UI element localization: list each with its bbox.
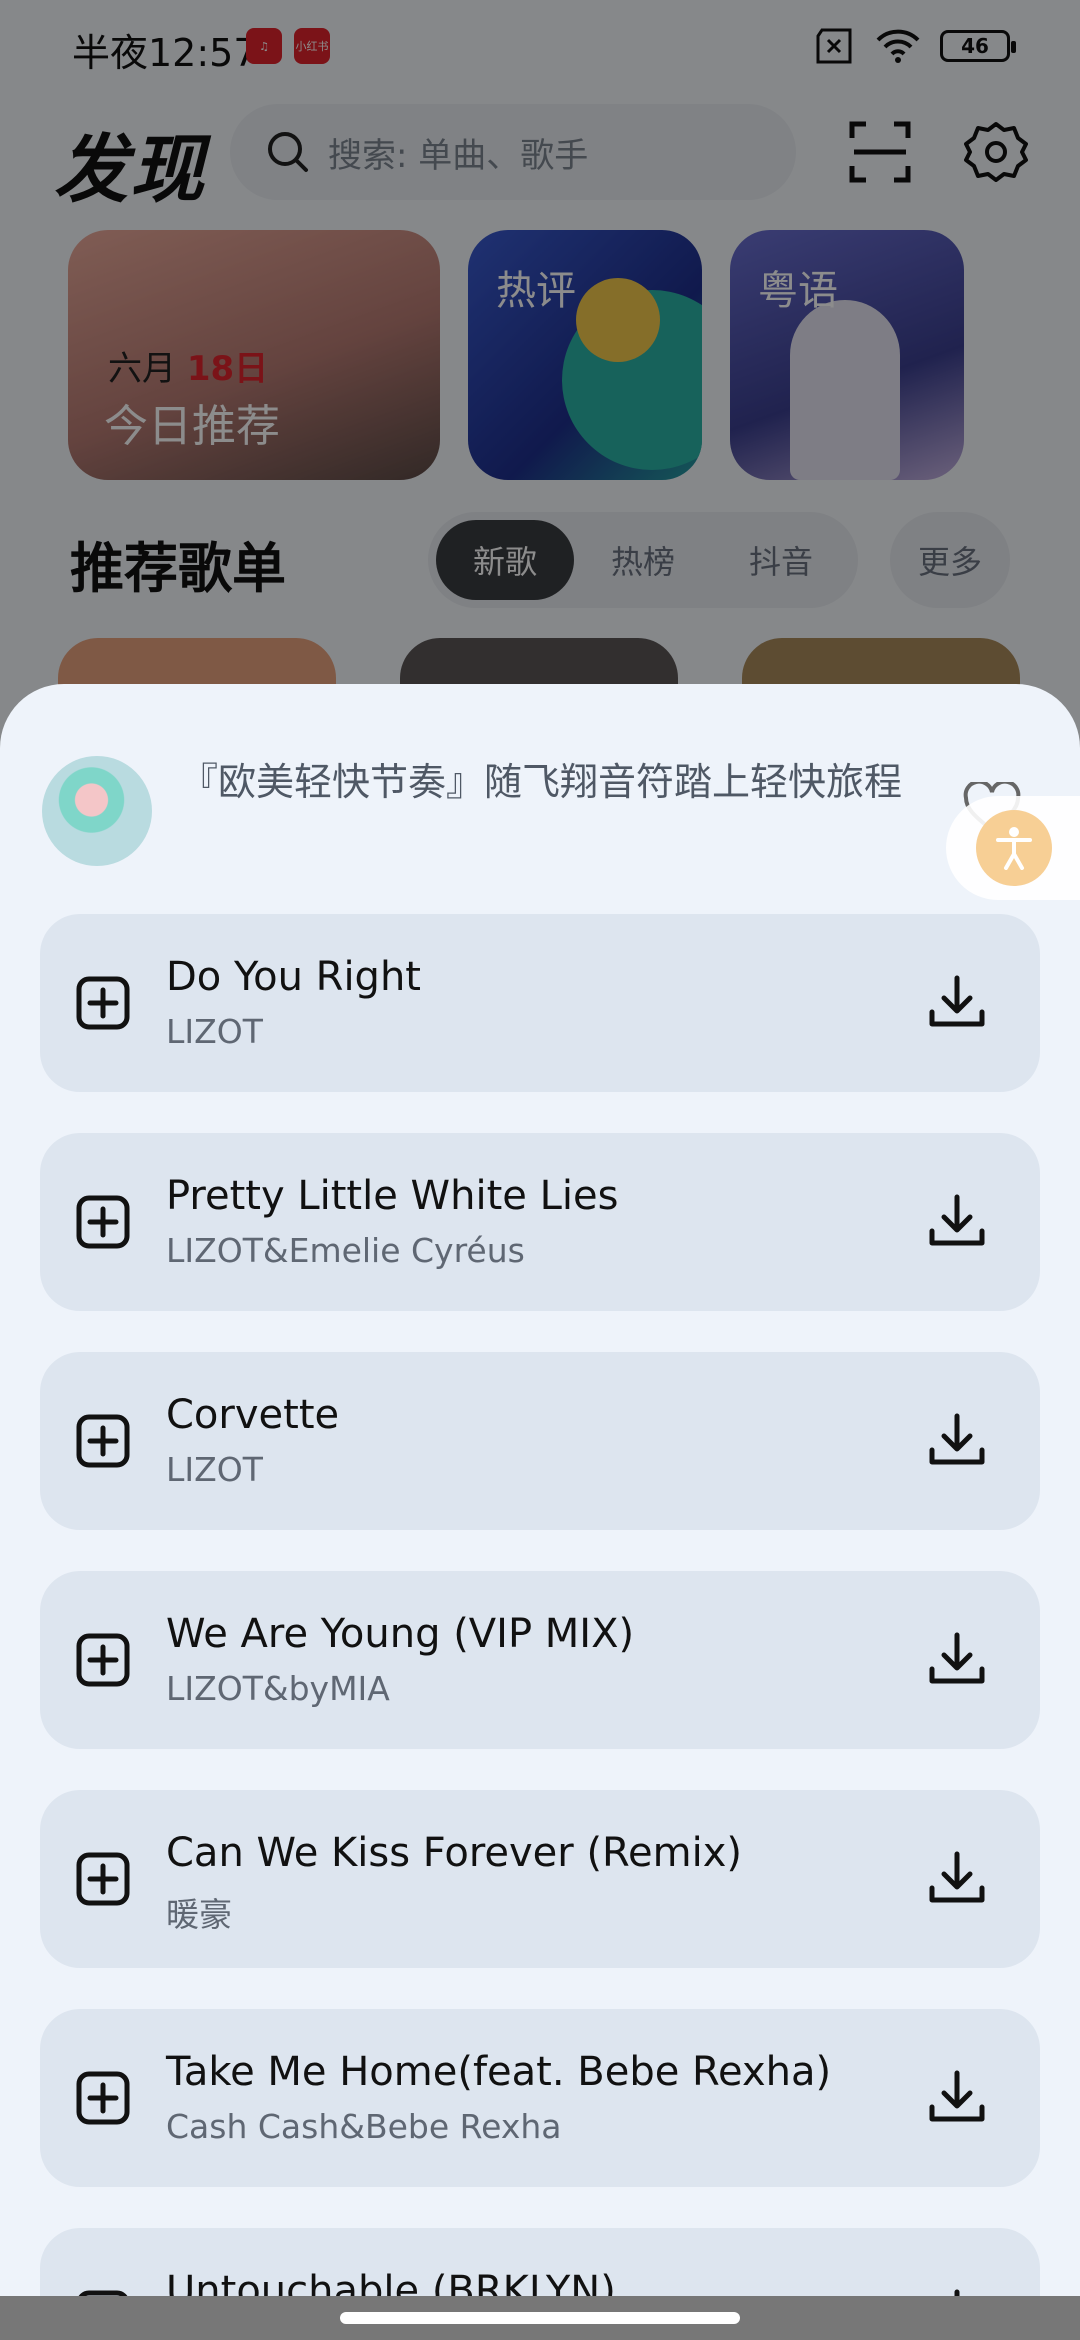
accessibility-button[interactable] bbox=[976, 810, 1052, 886]
add-to-queue-icon[interactable] bbox=[76, 1414, 130, 1468]
playlist-header: 『欧美轻快节奏』随飞翔音符踏上轻快旅程 bbox=[40, 754, 1040, 884]
song-title: Can We Kiss Forever (Remix) bbox=[166, 1830, 743, 1876]
download-icon[interactable] bbox=[926, 972, 988, 1034]
download-icon[interactable] bbox=[926, 1410, 988, 1472]
song-artist: LIZOT&Emelie Cyréus bbox=[166, 1231, 525, 1270]
accessibility-icon bbox=[996, 827, 1032, 870]
song-row[interactable]: We Are Young (VIP MIX) LIZOT&byMIA bbox=[40, 1571, 1040, 1749]
download-icon[interactable] bbox=[926, 1629, 988, 1691]
add-to-queue-icon[interactable] bbox=[76, 2071, 130, 2125]
song-artist: Cash Cash&Bebe Rexha bbox=[166, 2107, 562, 2146]
playlist-cover bbox=[42, 756, 152, 866]
song-title: Take Me Home(feat. Bebe Rexha) bbox=[166, 2049, 832, 2095]
home-indicator[interactable] bbox=[340, 2312, 740, 2324]
song-row[interactable]: Can We Kiss Forever (Remix) 暖豪 bbox=[40, 1790, 1040, 1968]
download-icon[interactable] bbox=[926, 2067, 988, 2129]
song-artist: LIZOT bbox=[166, 1012, 263, 1051]
song-row[interactable]: Corvette LIZOT bbox=[40, 1352, 1040, 1530]
add-to-queue-icon[interactable] bbox=[76, 1633, 130, 1687]
download-icon[interactable] bbox=[926, 1191, 988, 1253]
song-row[interactable]: Take Me Home(feat. Bebe Rexha) Cash Cash… bbox=[40, 2009, 1040, 2187]
song-row[interactable]: Pretty Little White Lies LIZOT&Emelie Cy… bbox=[40, 1133, 1040, 1311]
song-artist: LIZOT bbox=[166, 1450, 263, 1489]
song-row[interactable]: Do You Right LIZOT bbox=[40, 914, 1040, 1092]
playlist-sheet: 『欧美轻快节奏』随飞翔音符踏上轻快旅程 Do You Right LIZOT P… bbox=[0, 684, 1080, 2340]
song-title: We Are Young (VIP MIX) bbox=[166, 1611, 635, 1657]
song-title: Do You Right bbox=[166, 954, 421, 1000]
add-to-queue-icon[interactable] bbox=[76, 1195, 130, 1249]
playlist-title: 『欧美轻快节奏』随飞翔音符踏上轻快旅程 bbox=[180, 760, 903, 804]
download-icon[interactable] bbox=[926, 1848, 988, 1910]
song-title: Corvette bbox=[166, 1392, 340, 1438]
song-title: Pretty Little White Lies bbox=[166, 1173, 619, 1219]
song-artist: LIZOT&byMIA bbox=[166, 1669, 390, 1708]
add-to-queue-icon[interactable] bbox=[76, 976, 130, 1030]
song-list: Do You Right LIZOT Pretty Little White L… bbox=[40, 914, 1040, 2340]
add-to-queue-icon[interactable] bbox=[76, 1852, 130, 1906]
song-artist: 暖豪 bbox=[166, 1895, 232, 1934]
